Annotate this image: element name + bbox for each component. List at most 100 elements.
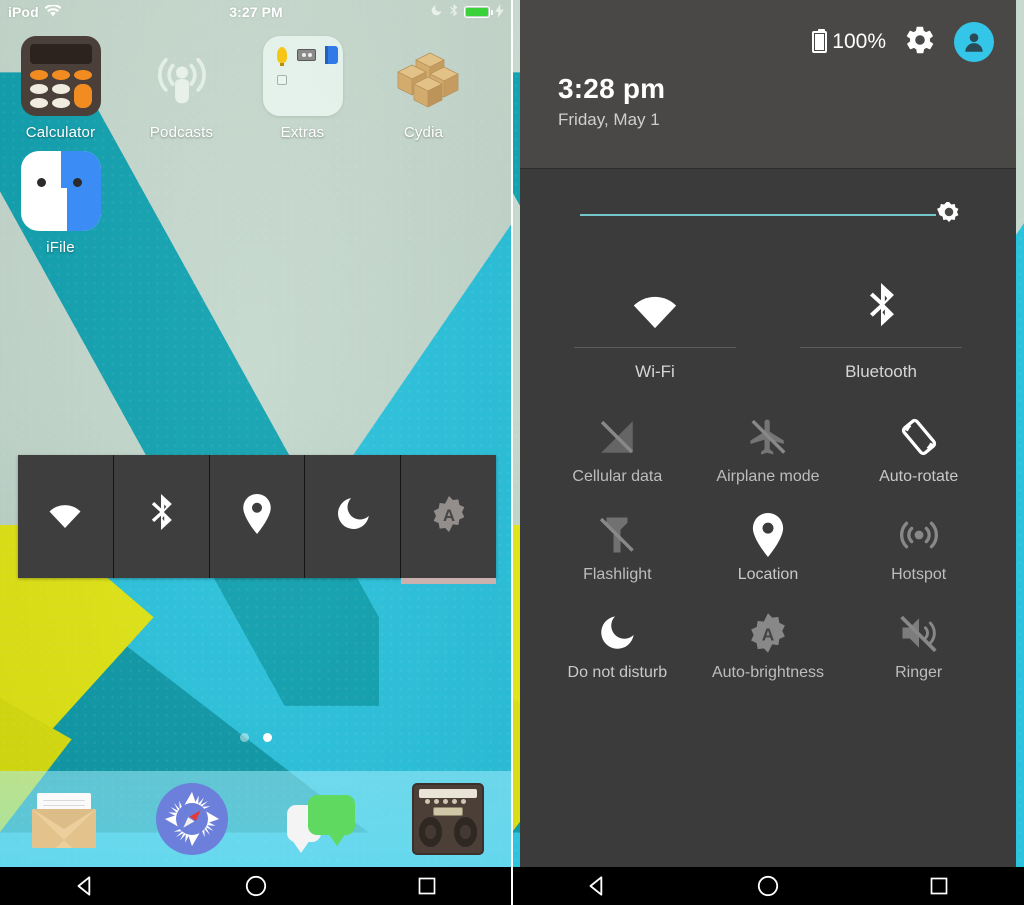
tile-label: Flashlight bbox=[583, 566, 652, 583]
auto-rotate-icon bbox=[897, 410, 941, 464]
calculator-icon bbox=[20, 36, 101, 116]
battery-charging-icon bbox=[812, 29, 828, 53]
podcasts-icon bbox=[142, 36, 222, 116]
back-button[interactable] bbox=[0, 873, 171, 899]
dock-item-safari[interactable] bbox=[128, 783, 256, 855]
quick-settings-header: 100% 3:28 pm Friday, May 1 bbox=[520, 0, 1016, 168]
mail-envelope-icon bbox=[28, 783, 100, 855]
tile-hotspot[interactable]: Hotspot bbox=[843, 508, 994, 584]
lightbulb-icon bbox=[272, 45, 292, 66]
location-pin-icon bbox=[751, 508, 785, 562]
brightness-slider[interactable] bbox=[542, 169, 994, 261]
svg-text:A: A bbox=[762, 625, 775, 645]
folder-icon bbox=[262, 36, 343, 116]
safari-compass-icon bbox=[156, 783, 228, 855]
battery-full-icon bbox=[464, 6, 494, 18]
tile-airplane-mode[interactable]: Airplane mode bbox=[693, 410, 844, 486]
icon-row-1: Calculator Podcasts Extras Cydia bbox=[0, 26, 512, 141]
dock-item-messages[interactable] bbox=[256, 783, 384, 855]
bluetooth-icon bbox=[147, 493, 175, 540]
location-toggle[interactable] bbox=[210, 455, 306, 578]
icon-row-2: iFile bbox=[0, 141, 512, 256]
crescent-moon-icon bbox=[333, 494, 373, 539]
ios-status-bar: iPod 3:27 PM bbox=[0, 0, 512, 24]
dock-item-music[interactable] bbox=[384, 783, 512, 855]
app-icon-calculator[interactable]: Calculator bbox=[0, 26, 121, 141]
home-button[interactable] bbox=[683, 873, 854, 899]
wifi-icon bbox=[44, 4, 62, 20]
voice-memos-cassette-icon bbox=[297, 45, 317, 65]
app-icon-cydia[interactable]: Cydia bbox=[363, 26, 484, 141]
home-button[interactable] bbox=[171, 873, 342, 899]
tile-label: Ringer bbox=[895, 664, 943, 681]
empty-app-placeholder-icon bbox=[272, 70, 292, 90]
app-icon-podcasts[interactable]: Podcasts bbox=[121, 26, 242, 141]
lightning-bolt-icon bbox=[495, 3, 504, 21]
do-not-disturb-toggle[interactable] bbox=[305, 455, 402, 578]
crescent-moon-icon bbox=[430, 4, 443, 20]
wifi-tile[interactable]: Wi-Fi bbox=[542, 269, 768, 382]
recents-button[interactable] bbox=[853, 874, 1024, 898]
app-icon-extras-folder[interactable]: Extras bbox=[242, 26, 363, 141]
tile-label: Bluetooth bbox=[845, 362, 917, 381]
quick-settings-tile-grid: Cellular data Airplane mode Auto-rotate … bbox=[542, 386, 994, 682]
auto-brightness-icon: A bbox=[746, 606, 790, 660]
tile-auto-brightness[interactable]: A Auto-brightness bbox=[693, 606, 844, 682]
user-avatar-icon[interactable] bbox=[954, 22, 994, 62]
clock-date: Friday, May 1 bbox=[558, 110, 660, 129]
auto-brightness-toggle[interactable]: A bbox=[401, 455, 496, 584]
wifi-toggle[interactable] bbox=[18, 455, 114, 578]
tile-do-not-disturb[interactable]: Do not disturb bbox=[542, 606, 693, 682]
app-icon-grid: Calculator Podcasts Extras Cydia iFile bbox=[0, 26, 512, 256]
wifi-icon bbox=[43, 498, 87, 535]
location-pin-icon bbox=[242, 494, 272, 539]
android-nav-bar-left bbox=[0, 867, 512, 905]
primary-toggles: Wi-Fi Bluetooth bbox=[542, 261, 994, 386]
tile-label: Auto-rotate bbox=[879, 468, 959, 485]
dock-item-mail[interactable] bbox=[0, 783, 128, 855]
android-nav-bar-right bbox=[512, 867, 1024, 905]
app-label: Extras bbox=[280, 124, 325, 141]
tile-label: Airplane mode bbox=[716, 468, 820, 485]
recents-button[interactable] bbox=[341, 874, 512, 898]
tile-flashlight[interactable]: Flashlight bbox=[542, 508, 693, 584]
page-dot[interactable] bbox=[240, 733, 249, 742]
ifile-icon bbox=[20, 151, 101, 231]
crescent-moon-icon bbox=[596, 606, 638, 660]
ibooks-icon bbox=[322, 45, 342, 65]
svg-text:A: A bbox=[443, 506, 455, 525]
tile-label: Cellular data bbox=[572, 468, 663, 485]
gear-icon[interactable] bbox=[904, 24, 936, 61]
back-button[interactable] bbox=[512, 873, 683, 899]
tile-label: Wi-Fi bbox=[635, 362, 675, 381]
ringer-muted-icon bbox=[897, 606, 941, 660]
tile-label: Do not disturb bbox=[567, 664, 668, 681]
panel-divider bbox=[511, 0, 513, 905]
quick-settings-panel: 100% 3:28 pm Friday, May 1 Wi-Fi Bluetoo… bbox=[520, 0, 1016, 867]
app-label: Calculator bbox=[25, 124, 96, 141]
auto-brightness-icon: A bbox=[429, 494, 469, 539]
flashlight-off-icon bbox=[596, 508, 638, 562]
quick-settings-body: Wi-Fi Bluetooth Cellular data Airplane m… bbox=[520, 169, 1016, 867]
bluetooth-tile[interactable]: Bluetooth bbox=[768, 269, 994, 382]
battery-status: 100% bbox=[812, 29, 886, 54]
tile-cellular-data[interactable]: Cellular data bbox=[542, 410, 693, 486]
boombox-radio-icon bbox=[412, 783, 484, 855]
clock-time: 3:28 pm bbox=[558, 73, 666, 104]
sun-icon[interactable] bbox=[934, 200, 964, 230]
tile-label: Location bbox=[737, 566, 799, 583]
tile-underline bbox=[800, 347, 962, 348]
page-dot-active[interactable] bbox=[263, 733, 272, 742]
tile-location[interactable]: Location bbox=[693, 508, 844, 584]
app-label: Cydia bbox=[403, 124, 444, 141]
tile-ringer[interactable]: Ringer bbox=[843, 606, 994, 682]
tile-label: Auto-brightness bbox=[711, 664, 825, 681]
carrier-label: iPod bbox=[8, 4, 39, 20]
bluetooth-toggle[interactable] bbox=[114, 455, 210, 578]
battery-percent-label: 100% bbox=[832, 30, 886, 53]
page-indicator-dots bbox=[0, 733, 512, 742]
tile-auto-rotate[interactable]: Auto-rotate bbox=[843, 410, 994, 486]
app-icon-ifile[interactable]: iFile bbox=[0, 141, 121, 256]
android-quick-settings-screen: 100% 3:28 pm Friday, May 1 Wi-Fi Bluetoo… bbox=[512, 0, 1024, 905]
hotspot-icon bbox=[897, 508, 941, 562]
